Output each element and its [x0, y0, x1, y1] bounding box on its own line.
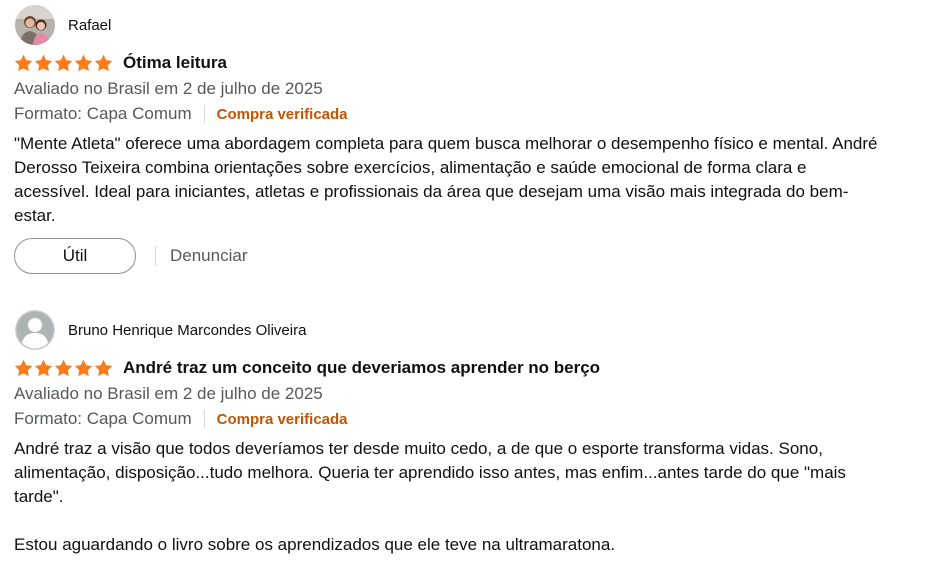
verified-purchase-badge: Compra verificada: [216, 105, 348, 123]
reviewer-name[interactable]: Bruno Henrique Marcondes Oliveira: [68, 322, 306, 339]
review-title[interactable]: André traz um conceito que deveriamos ap…: [123, 358, 600, 378]
star-icon: [74, 359, 93, 377]
reviewer-name[interactable]: Rafael: [68, 17, 111, 34]
review-paragraph: Estou aguardando o livro sobre os aprend…: [14, 535, 616, 554]
review-title[interactable]: Ótima leitura: [123, 53, 227, 73]
star-icon: [54, 359, 73, 377]
review-format[interactable]: Formato: Capa Comum: [14, 104, 192, 124]
reviewer-avatar[interactable]: [15, 5, 55, 45]
review-date: Avaliado no Brasil em 2 de julho de 2025: [14, 79, 323, 98]
helpful-button[interactable]: Útil: [14, 238, 136, 274]
review-1: Rafael Ótima leitura Avaliado no Brasil …: [14, 5, 914, 274]
reviewer-profile[interactable]: Bruno Henrique Marcondes Oliveira: [14, 310, 914, 350]
star-icon: [34, 54, 53, 72]
default-user-icon: [15, 310, 55, 350]
photo-avatar-icon: [15, 5, 55, 45]
divider: [203, 410, 205, 428]
star-rating[interactable]: [14, 359, 113, 377]
review-2: Bruno Henrique Marcondes Oliveira André …: [14, 310, 914, 557]
review-date: Avaliado no Brasil em 2 de julho de 2025: [14, 384, 323, 403]
star-icon: [94, 54, 113, 72]
report-link[interactable]: Denunciar: [170, 246, 248, 266]
divider: [155, 246, 156, 266]
star-icon: [14, 359, 33, 377]
divider: [203, 105, 205, 123]
star-icon: [34, 359, 53, 377]
review-paragraph: "Mente Atleta" oferece uma abordagem com…: [14, 134, 878, 225]
review-format[interactable]: Formato: Capa Comum: [14, 409, 192, 429]
star-icon: [74, 54, 93, 72]
review-paragraph: André traz a visão que todos deveríamos …: [14, 439, 846, 506]
star-icon: [94, 359, 113, 377]
review-body: André traz a visão que todos deveríamos …: [14, 437, 884, 557]
review-body: "Mente Atleta" oferece uma abordagem com…: [14, 132, 884, 228]
reviewer-avatar[interactable]: [15, 310, 55, 350]
verified-purchase-badge: Compra verificada: [216, 410, 348, 428]
star-icon: [54, 54, 73, 72]
star-rating[interactable]: [14, 54, 113, 72]
reviewer-profile[interactable]: Rafael: [14, 5, 914, 45]
star-icon: [14, 54, 33, 72]
